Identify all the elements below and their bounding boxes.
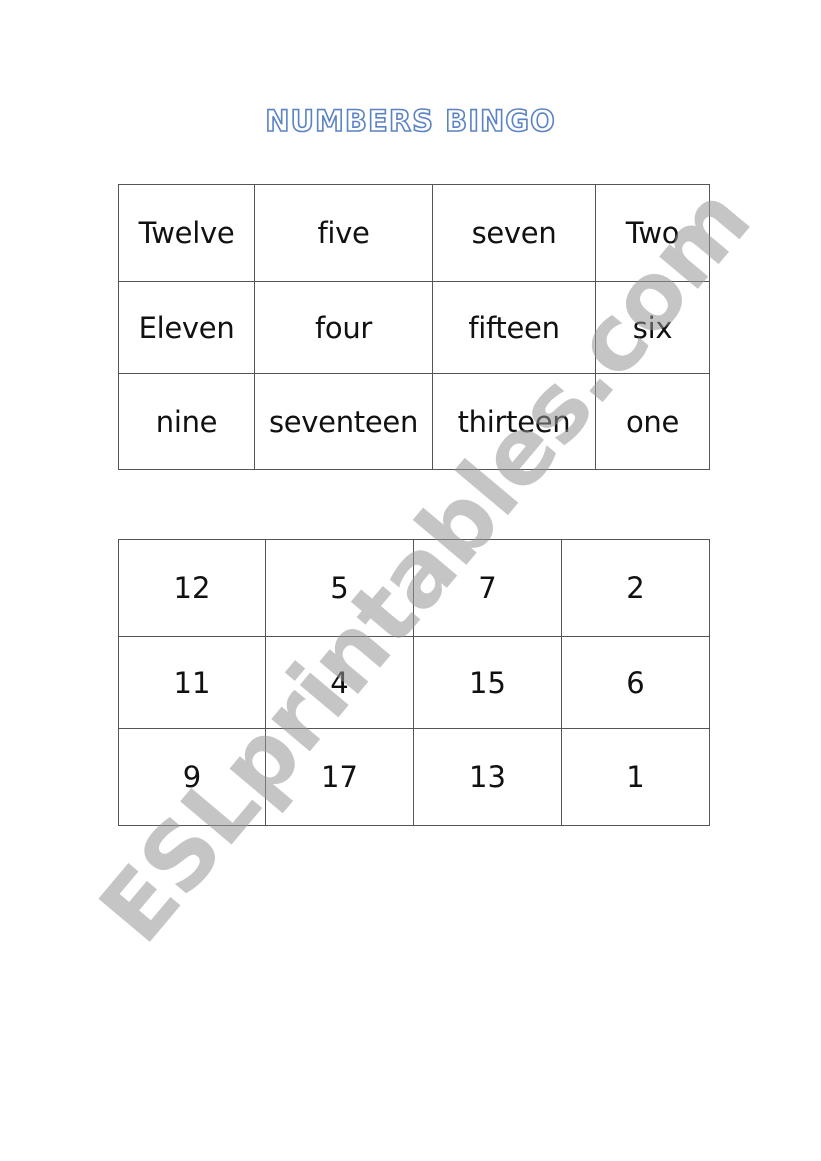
word-cell: seven bbox=[432, 184, 596, 282]
number-cell: 9 bbox=[118, 728, 266, 826]
number-cell: 7 bbox=[413, 539, 562, 637]
word-cell: one bbox=[595, 373, 710, 470]
numbers-bingo-card: 12 5 7 2 11 4 15 6 9 17 13 1 bbox=[118, 539, 710, 826]
word-cell: nine bbox=[118, 373, 255, 470]
number-cell: 11 bbox=[118, 636, 266, 729]
words-bingo-card: Twelve five seven Two Eleven four fiftee… bbox=[118, 184, 710, 470]
table-row: Twelve five seven Two bbox=[118, 184, 710, 282]
word-cell: Eleven bbox=[118, 281, 255, 374]
word-cell: thirteen bbox=[432, 373, 596, 470]
number-cell: 1 bbox=[561, 728, 710, 826]
table-row: 11 4 15 6 bbox=[118, 636, 710, 729]
number-cell: 17 bbox=[265, 728, 414, 826]
word-cell: Twelve bbox=[118, 184, 255, 282]
page-title: NUMBERS BINGO bbox=[264, 103, 556, 139]
table-row: nine seventeen thirteen one bbox=[118, 373, 710, 470]
number-cell: 6 bbox=[561, 636, 710, 729]
number-cell: 13 bbox=[413, 728, 562, 826]
word-cell: five bbox=[254, 184, 433, 282]
number-cell: 2 bbox=[561, 539, 710, 637]
word-cell: six bbox=[595, 281, 710, 374]
table-row: 9 17 13 1 bbox=[118, 728, 710, 826]
table-row: Eleven four fifteen six bbox=[118, 281, 710, 374]
word-cell: Two bbox=[595, 184, 710, 282]
number-cell: 5 bbox=[265, 539, 414, 637]
word-cell: fifteen bbox=[432, 281, 596, 374]
number-cell: 12 bbox=[118, 539, 266, 637]
word-cell: four bbox=[254, 281, 433, 374]
table-row: 12 5 7 2 bbox=[118, 539, 710, 637]
number-cell: 4 bbox=[265, 636, 414, 729]
number-cell: 15 bbox=[413, 636, 562, 729]
word-cell: seventeen bbox=[254, 373, 433, 470]
